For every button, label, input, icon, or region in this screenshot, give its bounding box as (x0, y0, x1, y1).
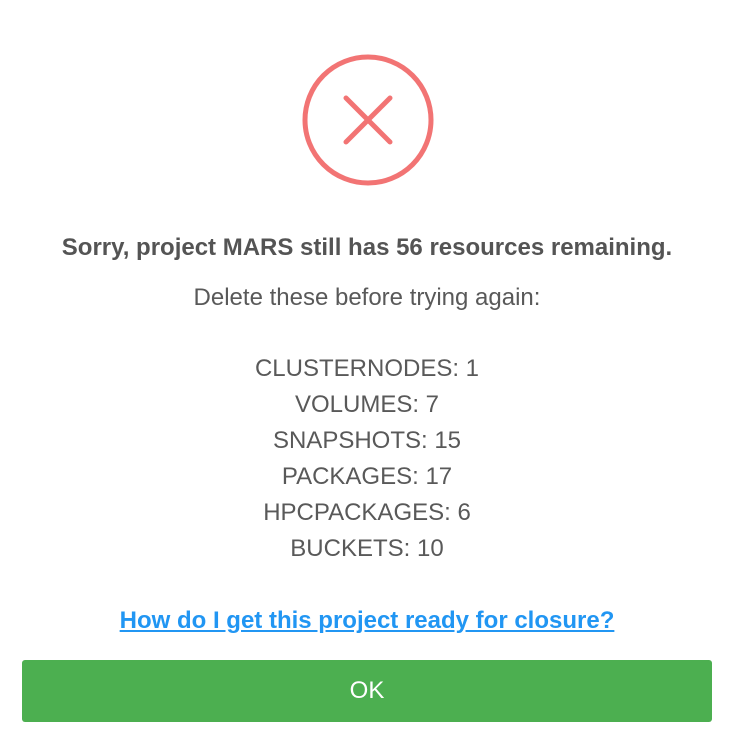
help-link-container: How do I get this project ready for clos… (0, 603, 734, 641)
resources-remaining-dialog: Sorry, project MARS still has 56 resourc… (0, 0, 734, 746)
resource-item-buckets: BUCKETS: 10 (290, 535, 444, 562)
dialog-title: Sorry, project MARS still has 56 resourc… (61, 234, 673, 261)
error-x-circle-icon (302, 54, 434, 186)
resource-item-snapshots: SNAPSHOTS: 15 (272, 427, 462, 454)
project-closure-help-link[interactable]: How do I get this project ready for clos… (120, 607, 615, 634)
resource-item-packages: PACKAGES: 17 (281, 463, 453, 490)
dialog-subtitle: Delete these before trying again: (193, 284, 541, 311)
resource-item-volumes: VOLUMES: 7 (294, 391, 440, 418)
resource-item-hpcpackages: HPCPACKAGES: 6 (263, 499, 471, 526)
ok-button[interactable]: OK (22, 660, 712, 722)
resource-list: CLUSTERNODES: 1 VOLUMES: 7 SNAPSHOTS: 15… (0, 351, 734, 567)
resource-item-clusternodes: CLUSTERNODES: 1 (254, 355, 480, 382)
